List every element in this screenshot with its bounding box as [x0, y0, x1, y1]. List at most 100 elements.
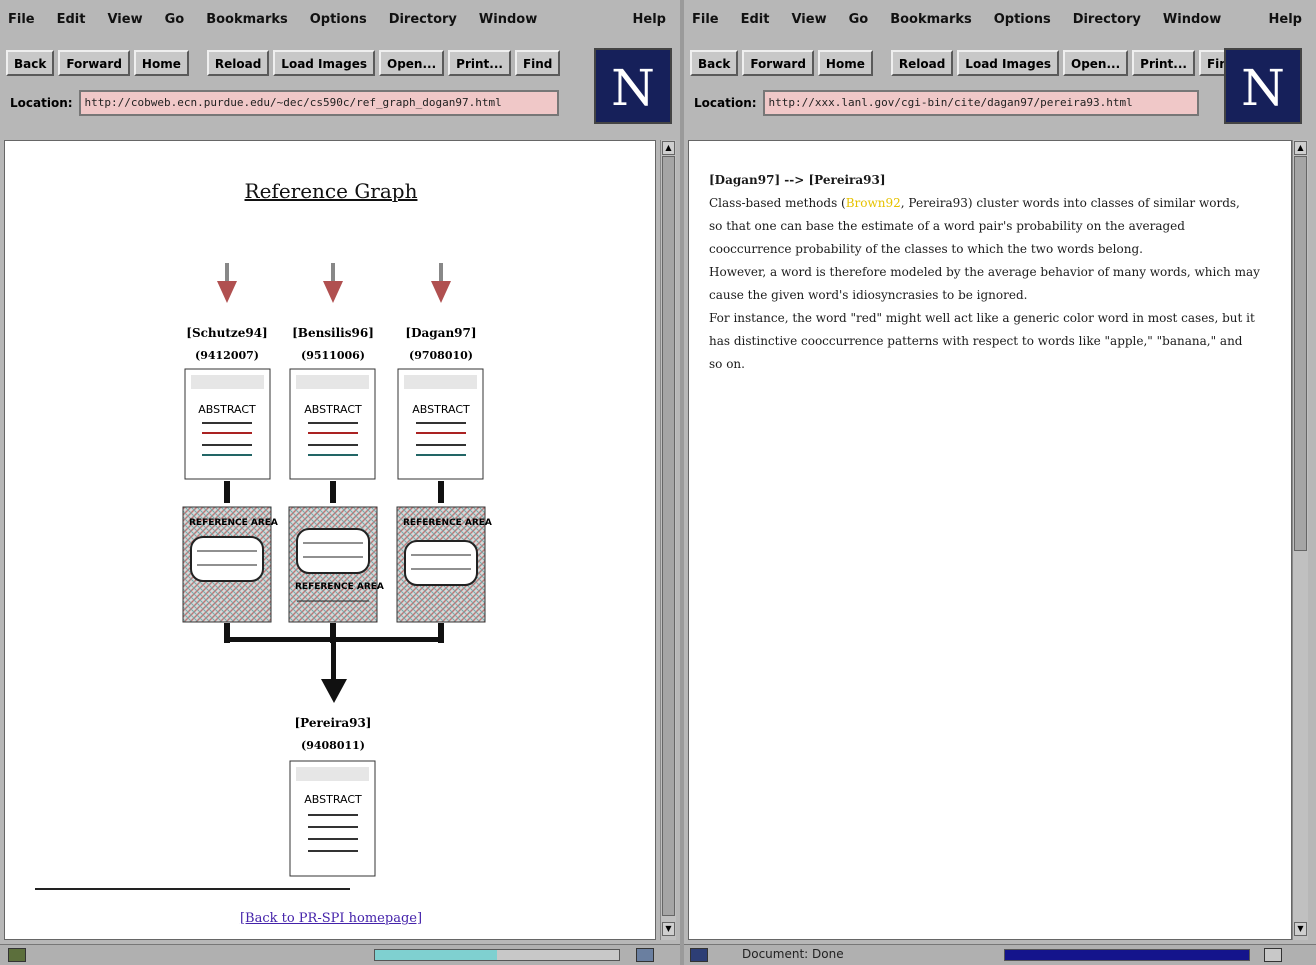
menu-edit[interactable]: Edit [57, 12, 86, 27]
abstract-page-icon: ABSTRACT [289, 760, 376, 877]
citation-context: [Dagan97] --> [Pereira93] Class-based me… [709, 169, 1269, 376]
progress-fill [1005, 950, 1249, 960]
context-line: However, a word is therefore modeled by … [709, 265, 1260, 279]
scroll-down-icon[interactable]: ▼ [1294, 922, 1307, 936]
reference-area-label: REFERENCE AREA [295, 582, 384, 592]
paper-node: [Dagan97] (9708010) ABSTRACT REFERENCE A… [396, 263, 492, 623]
page-content: Reference Graph [Schutze94] (9412007) AB… [4, 140, 656, 940]
highlighted-citation-link[interactable]: Brown92 [846, 196, 901, 210]
abstract-label: ABSTRACT [304, 793, 362, 806]
paper-node: [Bensilis96] (9511006) ABSTRACT REFERENC… [288, 263, 384, 623]
menu-bookmarks[interactable]: Bookmarks [890, 12, 972, 27]
home-button[interactable]: Home [817, 50, 873, 76]
toolbar: Back Forward Home Reload Load Images Ope… [690, 50, 1245, 76]
citation-heading: [Dagan97] --> [Pereira93] [709, 173, 886, 187]
menu-edit[interactable]: Edit [741, 12, 770, 27]
mail-icon[interactable] [1264, 948, 1282, 962]
target-id: (9408011) [301, 739, 365, 752]
menu-window[interactable]: Window [479, 12, 537, 27]
abstract-page-icon: ABSTRACT [184, 368, 271, 480]
open-button[interactable]: Open... [1063, 50, 1129, 76]
back-to-homepage-link[interactable]: [Back to PR-SPI homepage] [5, 911, 655, 926]
forward-button[interactable]: Forward [742, 50, 814, 76]
context-line: has distinctive cooccurrence patterns wi… [709, 334, 1243, 348]
merge-connector [224, 623, 444, 703]
scroll-thumb[interactable] [1294, 156, 1307, 551]
context-line: so on. [709, 357, 745, 371]
menu-help[interactable]: Help [633, 12, 666, 27]
abstract-label: ABSTRACT [198, 403, 256, 416]
scroll-up-icon[interactable]: ▲ [1294, 141, 1307, 155]
menu-options[interactable]: Options [994, 12, 1051, 27]
print-button[interactable]: Print... [1132, 50, 1195, 76]
reference-page-icon: REFERENCE AREA [182, 506, 278, 623]
status-bar: Document: Done [684, 944, 1316, 965]
security-key-icon [690, 948, 708, 962]
print-button[interactable]: Print... [448, 50, 511, 76]
scroll-thumb[interactable] [662, 156, 675, 916]
page-content: [Dagan97] --> [Pereira93] Class-based me… [688, 140, 1292, 940]
right-browser-window: File Edit View Go Bookmarks Options Dire… [684, 0, 1316, 965]
netscape-logo-icon: N [594, 48, 672, 124]
menu-bar: File Edit View Go Bookmarks Options Dire… [0, 0, 680, 38]
abstract-label: ABSTRACT [412, 403, 470, 416]
menu-go[interactable]: Go [849, 12, 869, 27]
location-row: Location: http://xxx.lanl.gov/cgi-bin/ci… [694, 90, 1199, 116]
open-button[interactable]: Open... [379, 50, 445, 76]
toolbar: Back Forward Home Reload Load Images Ope… [6, 50, 561, 76]
menu-directory[interactable]: Directory [1073, 12, 1141, 27]
context-line: For instance, the word "red" might well … [709, 311, 1255, 325]
abstract-label: ABSTRACT [304, 403, 362, 416]
status-bar [0, 944, 680, 965]
paper-cite: [Schutze94] [186, 326, 267, 340]
paper-id: (9412007) [195, 349, 259, 362]
progress-bar [374, 949, 620, 961]
back-button[interactable]: Back [6, 50, 55, 76]
forward-button[interactable]: Forward [58, 50, 130, 76]
progress-bar [1004, 949, 1250, 961]
paper-id: (9708010) [409, 349, 473, 362]
load-images-button[interactable]: Load Images [273, 50, 375, 76]
vertical-scrollbar[interactable]: ▲ ▼ [1292, 140, 1308, 940]
reference-area-label: REFERENCE AREA [403, 518, 492, 528]
menu-window[interactable]: Window [1163, 12, 1221, 27]
paper-id: (9511006) [301, 349, 365, 362]
target-paper-node: [Pereira93] (9408011) ABSTRACT [289, 716, 376, 877]
menu-view[interactable]: View [107, 12, 142, 27]
reference-graph-diagram: [Schutze94] (9412007) ABSTRACT REFERENCE… [35, 263, 492, 890]
menu-bookmarks[interactable]: Bookmarks [206, 12, 288, 27]
target-cite: [Pereira93] [294, 716, 371, 730]
scroll-down-icon[interactable]: ▼ [662, 922, 675, 936]
location-input[interactable]: http://cobweb.ecn.purdue.edu/~dec/cs590c… [78, 90, 559, 116]
paper-cite: [Dagan97] [405, 326, 476, 340]
reference-page-icon: REFERENCE AREA [396, 506, 492, 623]
menu-go[interactable]: Go [165, 12, 185, 27]
back-button[interactable]: Back [690, 50, 739, 76]
find-button[interactable]: Find [514, 50, 561, 76]
left-browser-window: File Edit View Go Bookmarks Options Dire… [0, 0, 680, 965]
load-images-button[interactable]: Load Images [957, 50, 1059, 76]
incoming-arrow-icon [323, 263, 343, 303]
location-label: Location: [10, 96, 73, 110]
mail-icon[interactable] [636, 948, 654, 962]
abstract-page-icon: ABSTRACT [289, 368, 376, 480]
menu-options[interactable]: Options [310, 12, 367, 27]
menu-view[interactable]: View [791, 12, 826, 27]
vertical-scrollbar[interactable]: ▲ ▼ [660, 140, 676, 940]
menu-help[interactable]: Help [1269, 12, 1302, 27]
menu-file[interactable]: File [8, 12, 35, 27]
reload-button[interactable]: Reload [890, 50, 954, 76]
security-key-icon [8, 948, 26, 962]
menu-file[interactable]: File [692, 12, 719, 27]
location-label: Location: [694, 96, 757, 110]
reload-button[interactable]: Reload [206, 50, 270, 76]
location-input[interactable]: http://xxx.lanl.gov/cgi-bin/cite/dagan97… [762, 90, 1199, 116]
menu-directory[interactable]: Directory [389, 12, 457, 27]
home-button[interactable]: Home [133, 50, 189, 76]
status-text: Document: Done [742, 947, 844, 961]
context-line: cause the given word's idiosyncrasies to… [709, 288, 1028, 302]
paper-cite: [Bensilis96] [292, 326, 374, 340]
context-line: cooccurrence probability of the classes … [709, 242, 1143, 256]
scroll-up-icon[interactable]: ▲ [662, 141, 675, 155]
incoming-arrow-icon [217, 263, 237, 303]
